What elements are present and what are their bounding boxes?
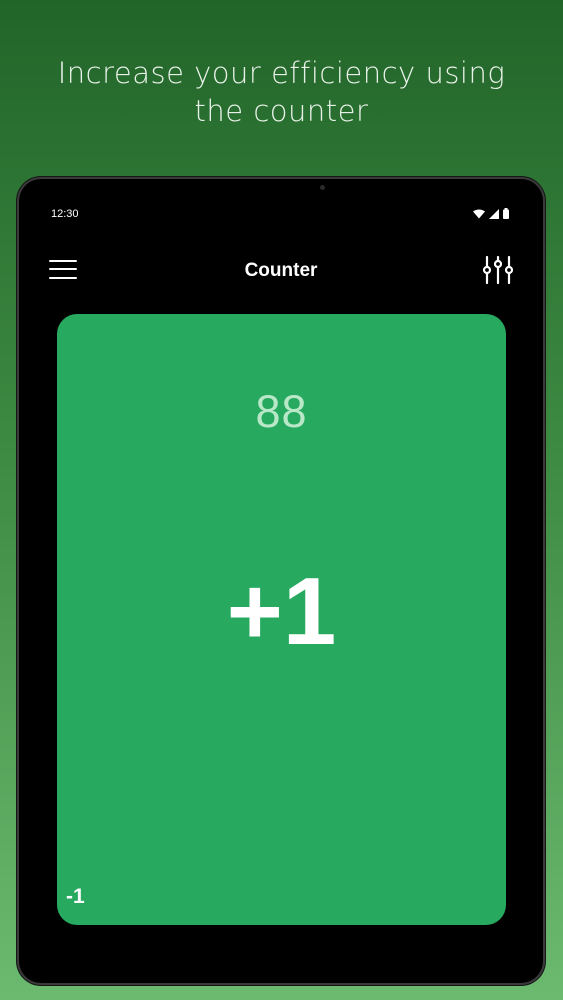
front-camera [320,185,325,190]
counter-increment-area[interactable]: 88 +1 -1 [57,314,506,925]
settings-button[interactable] [482,255,514,285]
sliders-settings-icon [482,255,514,285]
status-time: 12:30 [51,208,79,220]
decrement-button[interactable]: -1 [66,885,85,909]
promo-headline-line-1: Increase your efficiency using [57,56,506,90]
promo-headline: Increase your efficiency using the count… [0,54,563,130]
promo-headline-line-2: the counter [194,94,369,128]
battery-icon [503,208,509,219]
wifi-icon [473,209,485,218]
signal-icon [489,208,499,219]
app-title: Counter [244,260,318,281]
device-frame: 12:30 Counter 88 +1 -1 [19,179,543,983]
counter-value: 88 [255,386,308,437]
increment-label: +1 [226,558,337,665]
device-side-button [543,390,546,460]
status-icons [473,208,509,219]
